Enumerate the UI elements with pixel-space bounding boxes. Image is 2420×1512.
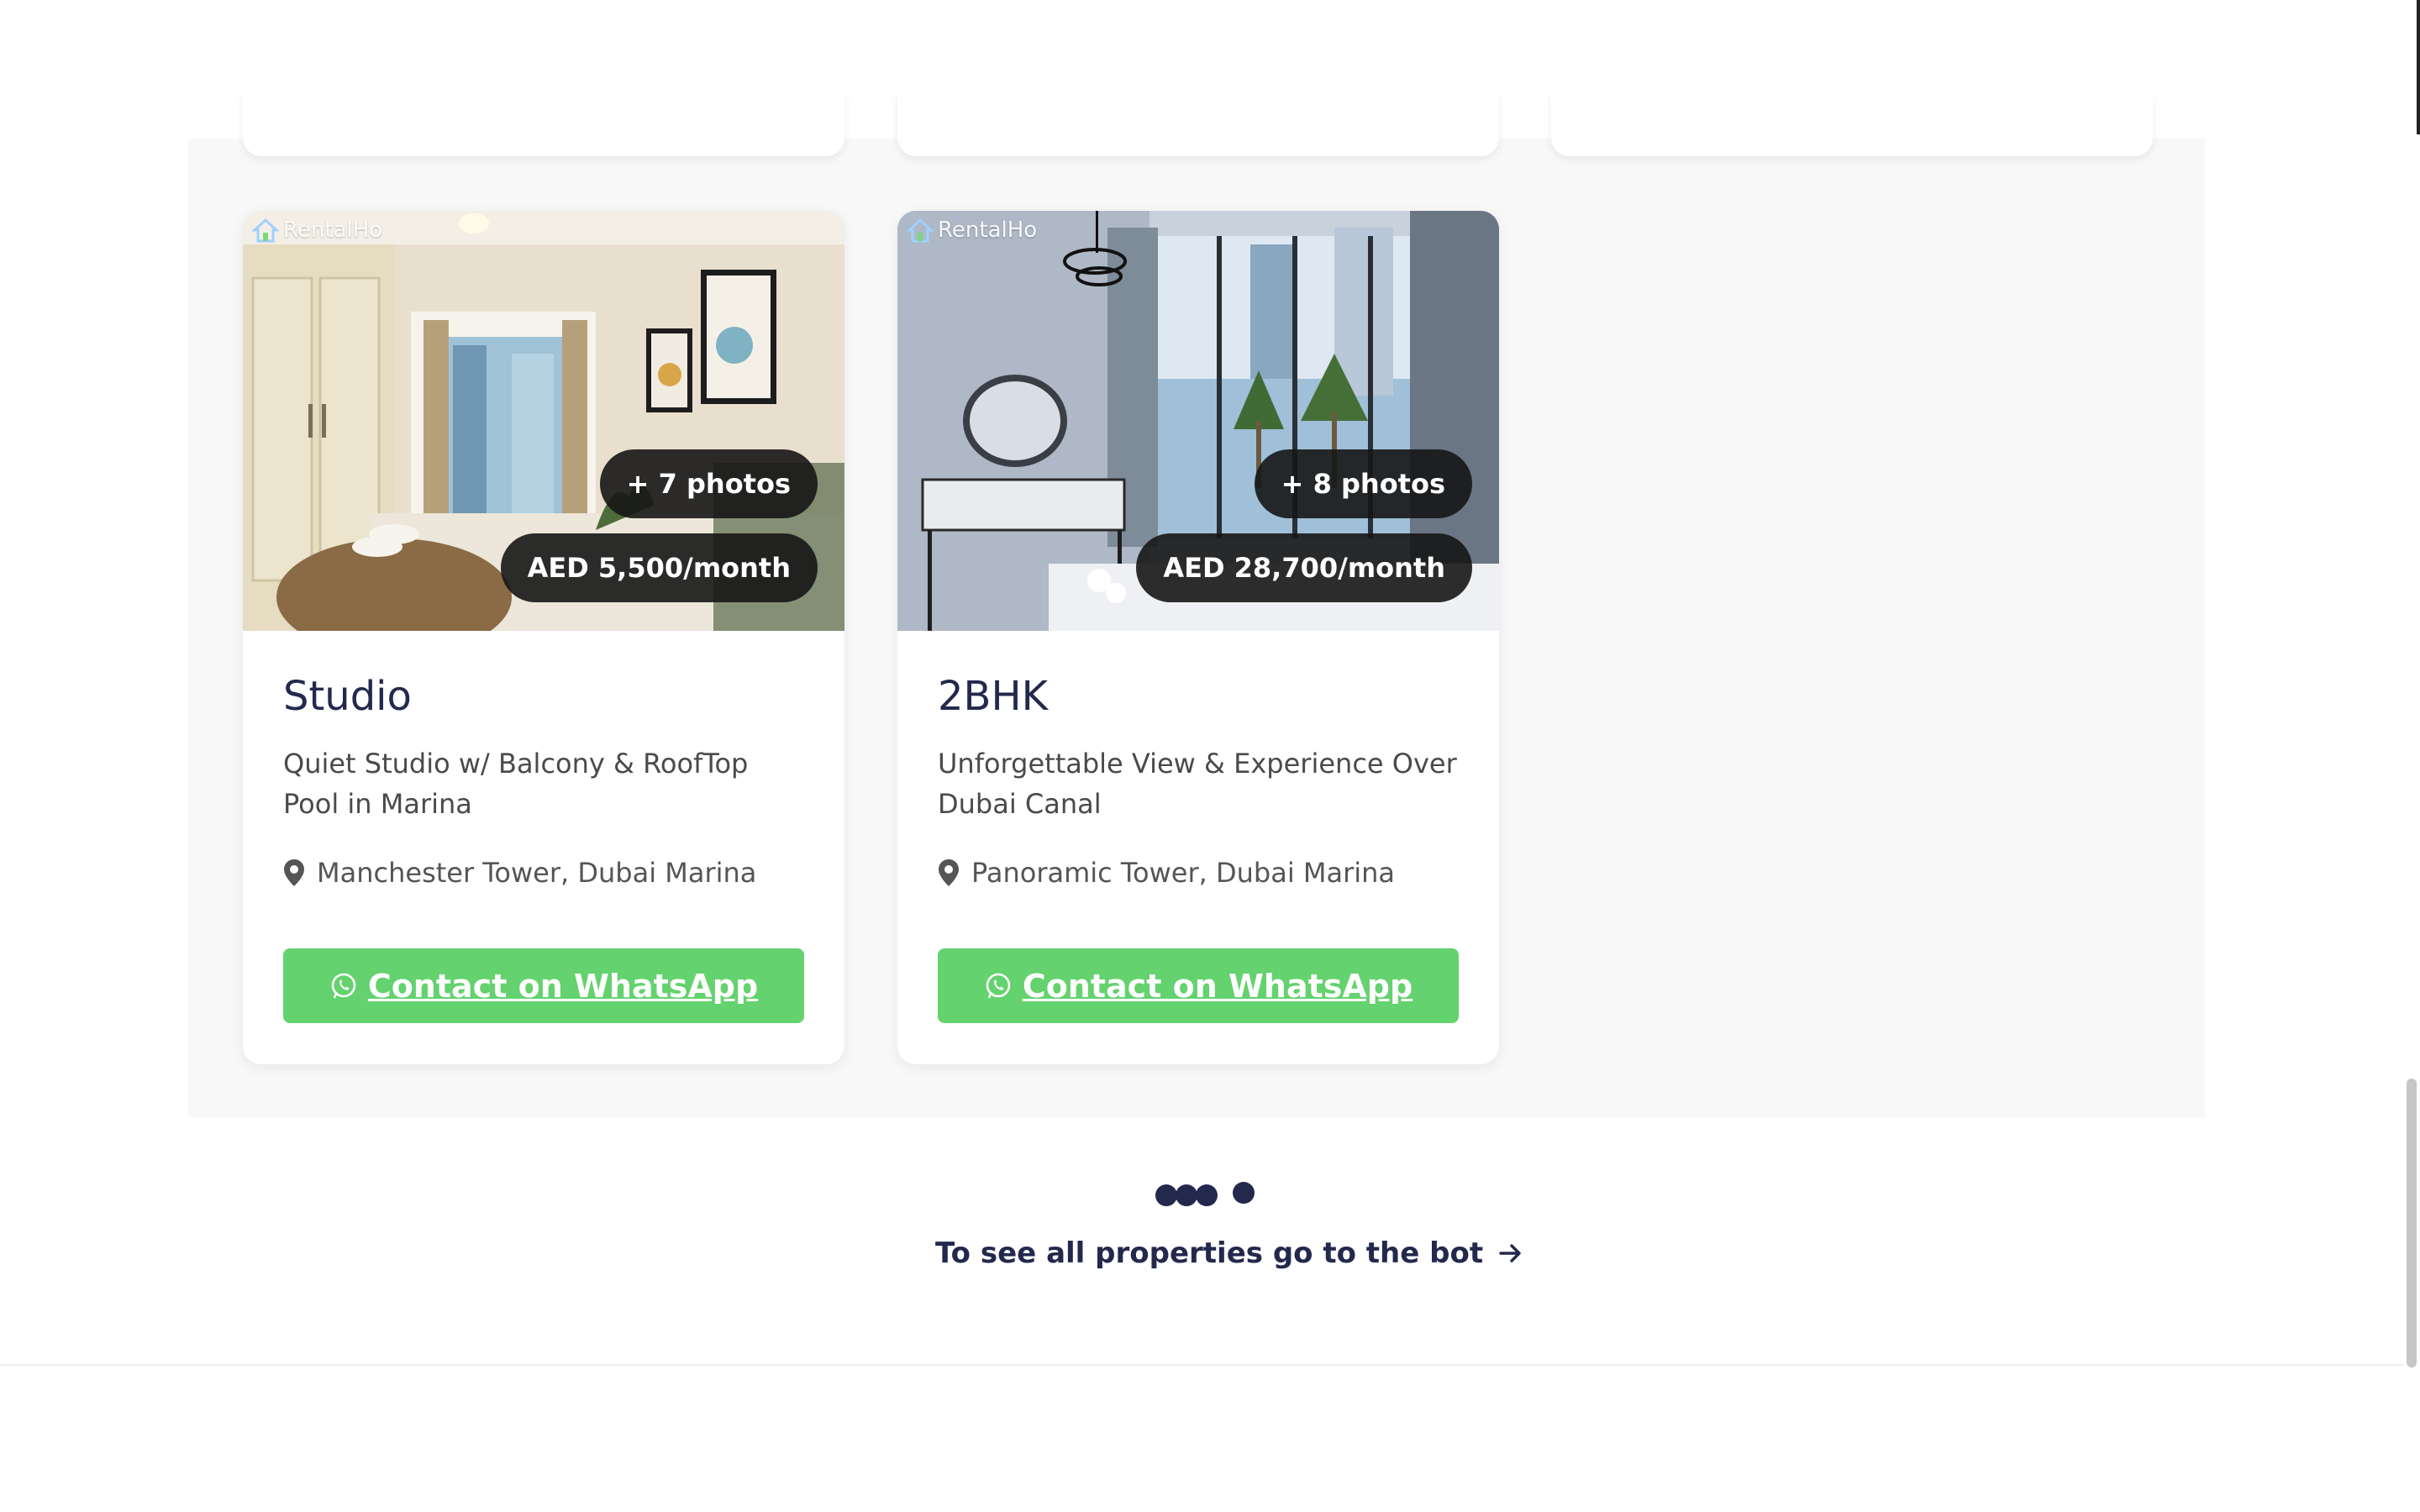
listing-card[interactable]: RentalHo + 8 photos AED 28,700/month 2BH… [897,211,1499,1064]
listing-photo[interactable]: RentalHo + 8 photos AED 28,700/month [897,211,1499,631]
previous-card-bottom[interactable] [1551,92,2153,156]
loading-indicator [1155,1182,1255,1206]
loading-dot [1196,1184,1218,1206]
whatsapp-button-label[interactable]: Contact on WhatsApp [1023,968,1413,1005]
listing-title: 2BHK [938,673,1049,720]
brand-watermark: RentalHo [906,216,1037,244]
whatsapp-icon [986,973,1011,998]
house-logo-icon [906,218,934,243]
footer-divider [0,1364,2420,1366]
listing-card[interactable]: RentalHo + 7 photos AED 5,500/month Stud… [243,211,844,1064]
whatsapp-button-label[interactable]: Contact on WhatsApp [368,968,758,1005]
listing-description: Quiet Studio w/ Balcony & RoofTop Pool i… [283,748,749,820]
location-text: Panoramic Tower, Dubai Marina [971,857,1396,889]
listing-description: Unforgettable View & Experience Over Dub… [938,748,1457,820]
whatsapp-contact-button[interactable]: Contact on WhatsApp [283,948,804,1023]
photo-count-badge[interactable]: + 7 photos [599,449,818,518]
previous-card-bottom[interactable] [897,92,1499,156]
price-badge: AED 5,500/month [500,533,818,602]
scrollbar-thumb[interactable] [2407,1079,2417,1368]
map-pin-icon [284,859,304,886]
whatsapp-contact-button[interactable]: Contact on WhatsApp [938,948,1459,1023]
loading-dot [1176,1184,1197,1206]
whatsapp-icon [331,973,356,998]
see-all-properties-link[interactable]: To see all properties go to the bot [935,1236,1523,1270]
see-all-properties-label[interactable]: To see all properties go to the bot [935,1236,1483,1270]
house-logo-icon [251,218,280,243]
location-text: Manchester Tower, Dubai Marina [317,857,757,889]
brand-name: RentalHo [283,218,383,243]
loading-dot [1155,1184,1177,1206]
window-edge [2417,0,2420,134]
loading-dot [1233,1182,1255,1204]
listing-title: Studio [283,673,412,720]
brand-watermark: RentalHo [251,216,382,244]
map-pin-icon [939,859,959,886]
listing-location: Manchester Tower, Dubai Marina [283,853,804,893]
arrow-right-icon [1499,1244,1521,1263]
previous-card-bottom[interactable] [243,92,844,156]
brand-name: RentalHo [938,218,1038,243]
listing-photo[interactable]: RentalHo + 7 photos AED 5,500/month [243,211,844,631]
price-badge: AED 28,700/month [1136,533,1472,602]
listing-location: Panoramic Tower, Dubai Marina [938,853,1459,893]
photo-count-badge[interactable]: + 8 photos [1254,449,1472,518]
